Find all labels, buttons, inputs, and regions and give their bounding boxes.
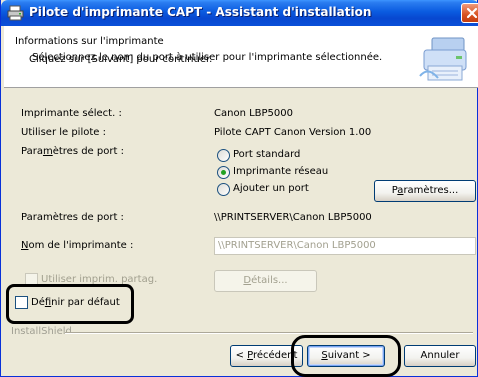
cancel-button[interactable]: Annuler (404, 345, 476, 367)
highlight-default-checkbox (6, 284, 134, 324)
details-button[interactable]: Détails... (214, 270, 317, 292)
driver-value: Pilote CAPT Canon Version 1.00 (214, 127, 372, 138)
radio-add-port-label[interactable]: Ajouter un port (233, 183, 309, 194)
radio-add-port[interactable] (217, 183, 230, 196)
window-title: Pilote d'imprimante CAPT - Assistant d'i… (29, 5, 372, 19)
printer-network-icon (419, 37, 467, 81)
printer-label: Imprimante sélect. : (21, 108, 122, 119)
port-settings-label: Paramètres de port : (21, 146, 124, 157)
installshield-brand: InstallShield (11, 326, 72, 337)
port-settings-button[interactable]: Paramètres... (374, 180, 476, 202)
printer-name-input[interactable]: \\PRINTSERVER\Canon LBP5000 (214, 237, 476, 255)
footer-divider (65, 332, 473, 334)
radio-network-printer-label[interactable]: Imprimante réseau (233, 166, 328, 177)
title-bar[interactable]: Pilote d'imprimante CAPT - Assistant d'i… (1, 0, 478, 26)
port-path-value: \\PRINTSERVER\Canon LBP5000 (214, 212, 372, 223)
port-path-label: Paramètres de port : (21, 212, 124, 223)
close-icon (466, 7, 478, 19)
highlight-next-button (291, 335, 401, 377)
header-title: Informations sur l'imprimante (15, 36, 164, 47)
printer-app-icon (7, 5, 24, 21)
driver-label: Utiliser le pilote : (21, 127, 106, 138)
close-button[interactable] (461, 3, 478, 23)
radio-standard-port[interactable] (217, 149, 230, 162)
installer-window: Pilote d'imprimante CAPT - Assistant d'i… (0, 0, 478, 377)
radio-standard-port-label[interactable]: Port standard (233, 149, 300, 160)
header-hint: Cliquez sur [Suivant] pour continuer. (29, 54, 213, 65)
printer-value: Canon LBP5000 (214, 108, 293, 119)
printer-name-label: Nom de l'imprimante : (21, 240, 134, 251)
radio-network-printer[interactable] (217, 166, 230, 179)
